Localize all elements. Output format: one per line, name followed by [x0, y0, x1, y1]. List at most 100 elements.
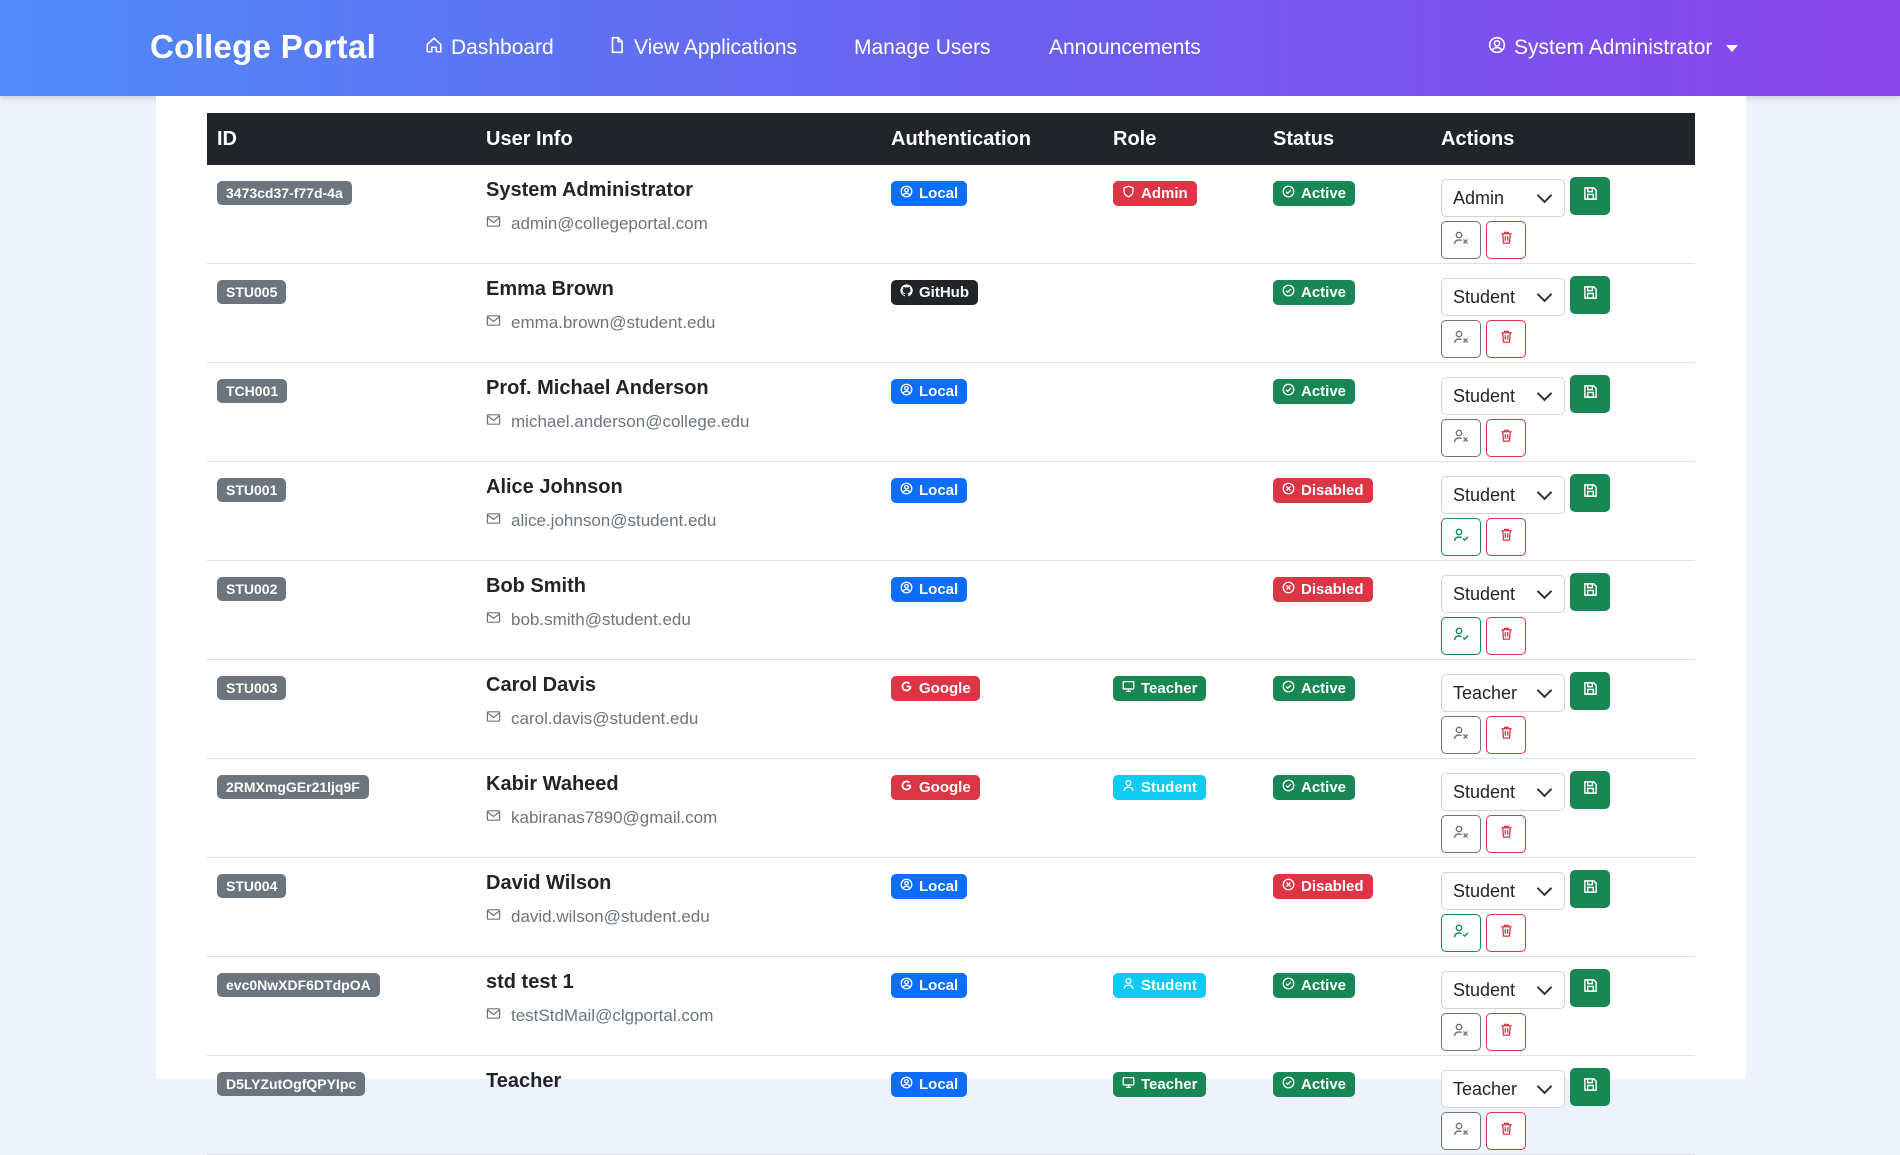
save-icon: [1583, 978, 1598, 998]
user-info-cell: Teacher: [476, 1056, 881, 1155]
delete-user-button[interactable]: [1486, 914, 1526, 952]
save-role-button[interactable]: [1570, 1068, 1610, 1106]
save-role-button[interactable]: [1570, 177, 1610, 215]
enable-user-button[interactable]: [1441, 914, 1481, 952]
status-cell: Active: [1263, 957, 1431, 1056]
trash-icon: [1499, 1022, 1514, 1042]
role-select-value: Student: [1453, 979, 1516, 1000]
disable-user-button[interactable]: [1441, 716, 1481, 754]
header-id: ID: [207, 113, 476, 165]
id-cell: STU003: [207, 660, 476, 759]
trash-icon: [1499, 230, 1514, 250]
delete-user-button[interactable]: [1486, 320, 1526, 358]
actions-group: Student: [1441, 276, 1695, 362]
save-role-button[interactable]: [1570, 870, 1610, 908]
user-id-badge: D5LYZutOgfQPYIpc: [217, 1072, 366, 1096]
nav-dashboard[interactable]: Dashboard: [425, 36, 554, 60]
actions-cell: Student: [1431, 858, 1695, 957]
delete-user-button[interactable]: [1486, 518, 1526, 556]
save-role-button[interactable]: [1570, 672, 1610, 710]
brand-logo[interactable]: College Portal: [150, 28, 376, 66]
x-circle-icon: [1282, 580, 1295, 599]
auth-label: Google: [919, 680, 971, 697]
envelope-icon: [486, 412, 501, 432]
status-label: Disabled: [1301, 482, 1364, 499]
user-id-badge: STU004: [217, 874, 287, 898]
presentation-icon: [1122, 1075, 1135, 1094]
role-select[interactable]: Student: [1441, 278, 1565, 316]
check-circle-icon: [1282, 976, 1295, 995]
header-role: Role: [1103, 113, 1263, 165]
save-role-button[interactable]: [1570, 375, 1610, 413]
disable-user-button[interactable]: [1441, 1013, 1481, 1051]
delete-user-button[interactable]: [1486, 617, 1526, 655]
user-name: Emma Brown: [486, 278, 614, 300]
role-cell: [1103, 363, 1263, 462]
user-menu-dropdown[interactable]: System Administrator: [1488, 36, 1739, 60]
role-select[interactable]: Teacher: [1441, 1070, 1565, 1108]
check-circle-icon: [1282, 184, 1295, 203]
role-select[interactable]: Admin: [1441, 179, 1565, 217]
status-label: Disabled: [1301, 878, 1364, 895]
role-select[interactable]: Student: [1441, 971, 1565, 1009]
role-cell: [1103, 858, 1263, 957]
person-x-icon: [1453, 329, 1469, 350]
role-select[interactable]: Teacher: [1441, 674, 1565, 712]
auth-cell: GitHub: [881, 264, 1103, 363]
nav-announcements[interactable]: Announcements: [1049, 36, 1201, 60]
role-select[interactable]: Student: [1441, 476, 1565, 514]
role-badge: Teacher: [1113, 676, 1207, 701]
id-cell: STU005: [207, 264, 476, 363]
role-select[interactable]: Student: [1441, 773, 1565, 811]
user-email: alice.johnson@student.edu: [511, 511, 717, 530]
actions-group: Teacher: [1441, 672, 1695, 758]
status-badge: Active: [1273, 1072, 1356, 1097]
disable-user-button[interactable]: [1441, 320, 1481, 358]
role-select-value: Student: [1453, 781, 1516, 802]
delete-user-button[interactable]: [1486, 1112, 1526, 1150]
user-name: std test 1: [486, 971, 574, 993]
user-name: Kabir Waheed: [486, 773, 619, 795]
nav-dashboard-label: Dashboard: [451, 36, 554, 59]
delete-user-button[interactable]: [1486, 221, 1526, 259]
role-select[interactable]: Student: [1441, 575, 1565, 613]
delete-user-button[interactable]: [1486, 716, 1526, 754]
table-row: STU003 Carol Davis carol.davis@student.e…: [207, 660, 1695, 759]
user-name: Carol Davis: [486, 674, 597, 696]
nav-view-applications[interactable]: View Applications: [608, 36, 797, 60]
delete-user-button[interactable]: [1486, 1013, 1526, 1051]
role-select[interactable]: Student: [1441, 377, 1565, 415]
save-icon: [1583, 1077, 1598, 1097]
user-email-line: david.wilson@student.edu: [486, 907, 881, 927]
save-role-button[interactable]: [1570, 573, 1610, 611]
id-cell: 3473cd37-f77d-4a: [207, 165, 476, 264]
disable-user-button[interactable]: [1441, 815, 1481, 853]
enable-user-button[interactable]: [1441, 617, 1481, 655]
save-role-button[interactable]: [1570, 276, 1610, 314]
role-select[interactable]: Student: [1441, 872, 1565, 910]
save-role-button[interactable]: [1570, 969, 1610, 1007]
enable-user-button[interactable]: [1441, 518, 1481, 556]
delete-user-button[interactable]: [1486, 815, 1526, 853]
disable-user-button[interactable]: [1441, 221, 1481, 259]
google-icon: [900, 679, 913, 698]
table-row: STU005 Emma Brown emma.brown@student.edu…: [207, 264, 1695, 363]
table-row: STU002 Bob Smith bob.smith@student.edu L…: [207, 561, 1695, 660]
user-id-badge: STU001: [217, 478, 287, 502]
status-label: Active: [1301, 284, 1347, 301]
nav-manage-users[interactable]: Manage Users: [854, 36, 991, 60]
disable-user-button[interactable]: [1441, 1112, 1481, 1150]
save-role-button[interactable]: [1570, 771, 1610, 809]
delete-user-button[interactable]: [1486, 419, 1526, 457]
actions-cell: Teacher: [1431, 1056, 1695, 1155]
role-select-value: Teacher: [1453, 1078, 1518, 1099]
user-menu-label: System Administrator: [1514, 36, 1713, 59]
status-cell: Disabled: [1263, 462, 1431, 561]
save-icon: [1583, 582, 1598, 602]
chevron-down-icon: [1536, 1078, 1553, 1095]
role-select-value: Student: [1453, 385, 1516, 406]
user-email: emma.brown@student.edu: [511, 313, 716, 332]
disable-user-button[interactable]: [1441, 419, 1481, 457]
save-role-button[interactable]: [1570, 474, 1610, 512]
auth-cell: Local: [881, 561, 1103, 660]
